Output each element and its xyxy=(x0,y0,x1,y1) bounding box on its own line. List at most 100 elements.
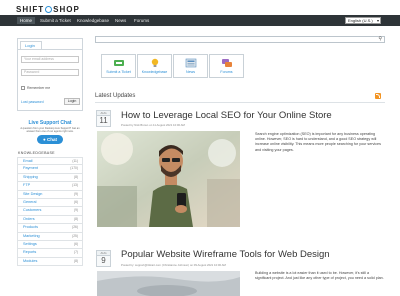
chat-bubble-icon: ● xyxy=(43,137,46,142)
post-day: 11 xyxy=(99,116,108,125)
kb-category-count: (7) xyxy=(73,250,78,255)
password-field[interactable]: Password xyxy=(21,69,79,76)
search-icon[interactable]: ⚲ xyxy=(378,37,382,42)
kb-category-count: (8) xyxy=(73,216,78,221)
newspaper-icon xyxy=(185,58,196,68)
kb-category-count: (9) xyxy=(73,208,78,213)
nav-forums[interactable]: Forums xyxy=(131,17,152,24)
post-day: 9 xyxy=(101,256,106,265)
chat-button-label: Chat xyxy=(46,137,57,142)
kb-category-label: Orders xyxy=(23,216,35,221)
logo-text-left: SHIFT xyxy=(16,5,45,14)
kb-category-count: (170) xyxy=(70,166,78,171)
kb-category-count: (11) xyxy=(72,159,78,163)
kb-category-label: Marketing xyxy=(23,233,40,238)
kb-category-item[interactable]: Marketing (25) xyxy=(17,232,83,241)
login-tab[interactable]: Login xyxy=(20,41,42,49)
live-support: Live Support Chat A question from your D… xyxy=(17,118,83,148)
quick-label: News xyxy=(186,70,195,74)
kb-category-label: General xyxy=(23,199,37,204)
latest-updates-title: Latest Updates xyxy=(95,93,136,99)
kb-category-item[interactable]: Email (11) xyxy=(17,157,83,166)
nav-submit-ticket[interactable]: Submit a Ticket xyxy=(37,17,74,24)
remember-checkbox[interactable] xyxy=(21,86,25,90)
post-image[interactable] xyxy=(97,271,240,296)
kb-category-label: Email xyxy=(23,159,33,163)
email-field[interactable]: Your email address xyxy=(21,56,79,63)
chevron-down-icon: ▾ xyxy=(376,18,379,23)
ticket-icon xyxy=(113,60,124,66)
kb-category-label: Customers xyxy=(23,208,42,213)
kb-category-count: (26) xyxy=(72,225,78,230)
kb-category-item[interactable]: General (6) xyxy=(17,198,83,208)
quick-knowledgebase[interactable]: Knowledgebase xyxy=(137,54,172,78)
post-meta: Posted by Nick Brown on 11 August 2021 1… xyxy=(121,123,185,127)
kb-category-count: (25) xyxy=(72,233,78,238)
kb-category-label: Modules xyxy=(23,258,38,263)
post-title[interactable]: Popular Website Wireframe Tools for Web … xyxy=(121,249,330,260)
post-image[interactable] xyxy=(97,131,240,227)
post-excerpt: Search engine optimization (SEO) is impo… xyxy=(255,132,381,152)
lost-password-link[interactable]: Lost password xyxy=(21,100,44,104)
divider xyxy=(95,102,385,103)
quick-news[interactable]: News xyxy=(173,54,208,78)
wireframe-image xyxy=(97,271,240,296)
kb-category-count: (9) xyxy=(73,191,78,196)
brand-logo[interactable]: SHIFT SHOP xyxy=(16,5,80,14)
forum-icon xyxy=(221,59,232,67)
header: SHIFT SHOP xyxy=(0,0,400,15)
quick-label: Forums xyxy=(220,70,233,74)
kb-category-item[interactable]: Payment (170) xyxy=(17,165,83,174)
post-date: AUG 11 xyxy=(96,110,111,127)
kb-category-label: Reports xyxy=(23,250,37,255)
knowledgebase-list: Email (11) Payment (170) Shipping (8) FTP (13) S… xyxy=(17,157,83,267)
kb-category-item[interactable]: Orders (8) xyxy=(17,215,83,225)
login-button[interactable]: Login xyxy=(64,98,80,105)
kb-category-count: (6) xyxy=(73,241,78,246)
live-support-title: Live Support Chat xyxy=(28,120,72,126)
kb-category-item[interactable]: Reports (7) xyxy=(17,249,83,258)
kb-category-label: Products xyxy=(23,225,38,230)
nav-news[interactable]: News xyxy=(112,17,129,24)
kb-category-item[interactable]: Settings (6) xyxy=(17,240,83,250)
kb-category-item[interactable]: FTP (13) xyxy=(17,182,83,191)
kb-category-count: (8) xyxy=(73,174,78,179)
nav-home[interactable]: Home xyxy=(17,17,36,24)
remember-label: Remember me xyxy=(27,86,51,90)
post-title[interactable]: How to Leverage Local SEO for Your Onlin… xyxy=(121,110,332,121)
logo-text-right: SHOP xyxy=(53,5,80,14)
kb-category-label: Shipping xyxy=(23,174,38,179)
man-with-phone-image xyxy=(97,131,240,227)
knowledgebase-heading: KNOWLEDGEBASE xyxy=(18,151,55,155)
post-excerpt: Building a website is a lot easier than … xyxy=(255,271,384,281)
quick-forums[interactable]: Forums xyxy=(209,54,244,78)
quick-label: Submit a Ticket xyxy=(106,70,131,74)
quick-label: Knowledgebase xyxy=(141,70,168,74)
kb-category-item[interactable]: Customers (9) xyxy=(17,207,83,216)
logo-circle-icon xyxy=(45,6,53,13)
rss-icon[interactable] xyxy=(375,93,381,99)
search-input[interactable]: ⚲ xyxy=(95,36,385,43)
kb-category-count: (13) xyxy=(72,183,78,188)
language-select[interactable]: English (U.S.) ▾ xyxy=(345,17,381,24)
live-support-subtitle: A question from your Desktop Live Suppor… xyxy=(20,127,80,133)
lightbulb-icon xyxy=(151,58,158,67)
language-value: English (U.S.) xyxy=(348,18,373,23)
post-date: AUG 9 xyxy=(96,250,111,267)
kb-category-item[interactable]: Site Design (9) xyxy=(17,190,83,199)
kb-category-label: Payment xyxy=(23,166,38,171)
nav-knowledgebase[interactable]: Knowledgebase xyxy=(74,17,112,24)
kb-category-item[interactable]: Shipping (8) xyxy=(17,173,83,183)
kb-category-count: (8) xyxy=(73,258,78,263)
kb-category-label: Site Design xyxy=(23,191,43,196)
remember-me[interactable]: Remember me xyxy=(21,86,50,90)
quick-submit-ticket[interactable]: Submit a Ticket xyxy=(101,54,136,78)
login-panel: Login Your email address Password Rememb… xyxy=(17,38,83,111)
kb-category-count: (6) xyxy=(73,199,78,204)
kb-category-item[interactable]: Products (26) xyxy=(17,224,83,233)
chat-button[interactable]: ● Chat xyxy=(37,135,63,144)
kb-category-item[interactable]: Modules (8) xyxy=(17,257,83,267)
kb-category-label: FTP xyxy=(23,183,31,188)
main-nav: Home Submit a Ticket Knowledgebase News … xyxy=(0,15,400,26)
kb-category-label: Settings xyxy=(23,241,37,246)
